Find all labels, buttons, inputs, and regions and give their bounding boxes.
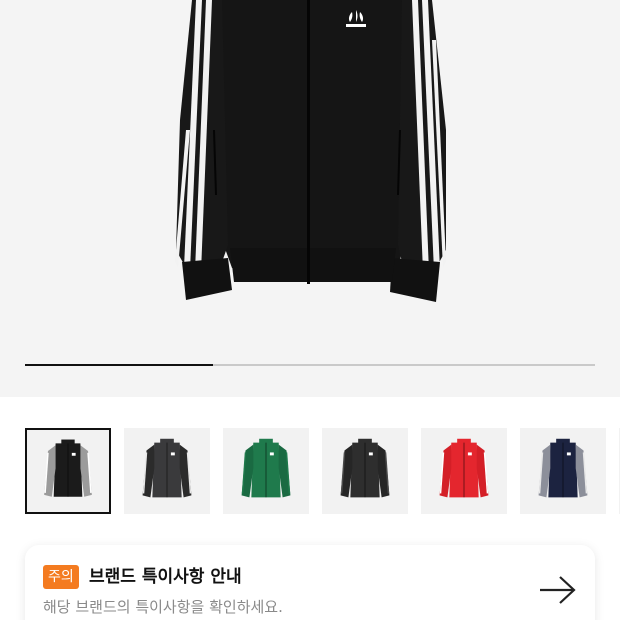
product-page: 주의 브랜드 특이사항 안내 해당 브랜드의 특이사항을 확인하세요. [0, 0, 620, 620]
warning-badge: 주의 [43, 565, 79, 589]
notice-title: 브랜드 특이사항 안내 [89, 567, 242, 587]
thumbnail-dark-grey[interactable] [322, 428, 408, 514]
thumbnail-black-white[interactable] [25, 428, 111, 514]
arrow-right-icon[interactable] [538, 574, 578, 606]
jacket-thumbnail-image [44, 439, 92, 497]
jacket-thumbnail-image [538, 438, 588, 498]
thumbnail-red[interactable] [421, 428, 507, 514]
brand-notice-card[interactable]: 주의 브랜드 특이사항 안내 해당 브랜드의 특이사항을 확인하세요. [25, 545, 595, 620]
jacket-thumbnail-image [241, 438, 291, 498]
thumbnail-charcoal-white[interactable] [124, 428, 210, 514]
product-image-track-jacket [175, 0, 446, 302]
gallery-progress-fill [25, 364, 214, 366]
gallery-progress-track [25, 364, 595, 366]
notice-subtitle: 해당 브랜드의 특이사항을 확인하세요. [43, 598, 283, 616]
jacket-thumbnail-image [142, 438, 192, 498]
jacket-thumbnail-image [340, 438, 390, 498]
jacket-thumbnail-image [439, 438, 489, 498]
product-image-gallery[interactable] [0, 0, 620, 397]
thumbnail-green[interactable] [223, 428, 309, 514]
thumbnail-navy-white[interactable] [520, 428, 606, 514]
color-thumbnail-list [25, 428, 620, 516]
